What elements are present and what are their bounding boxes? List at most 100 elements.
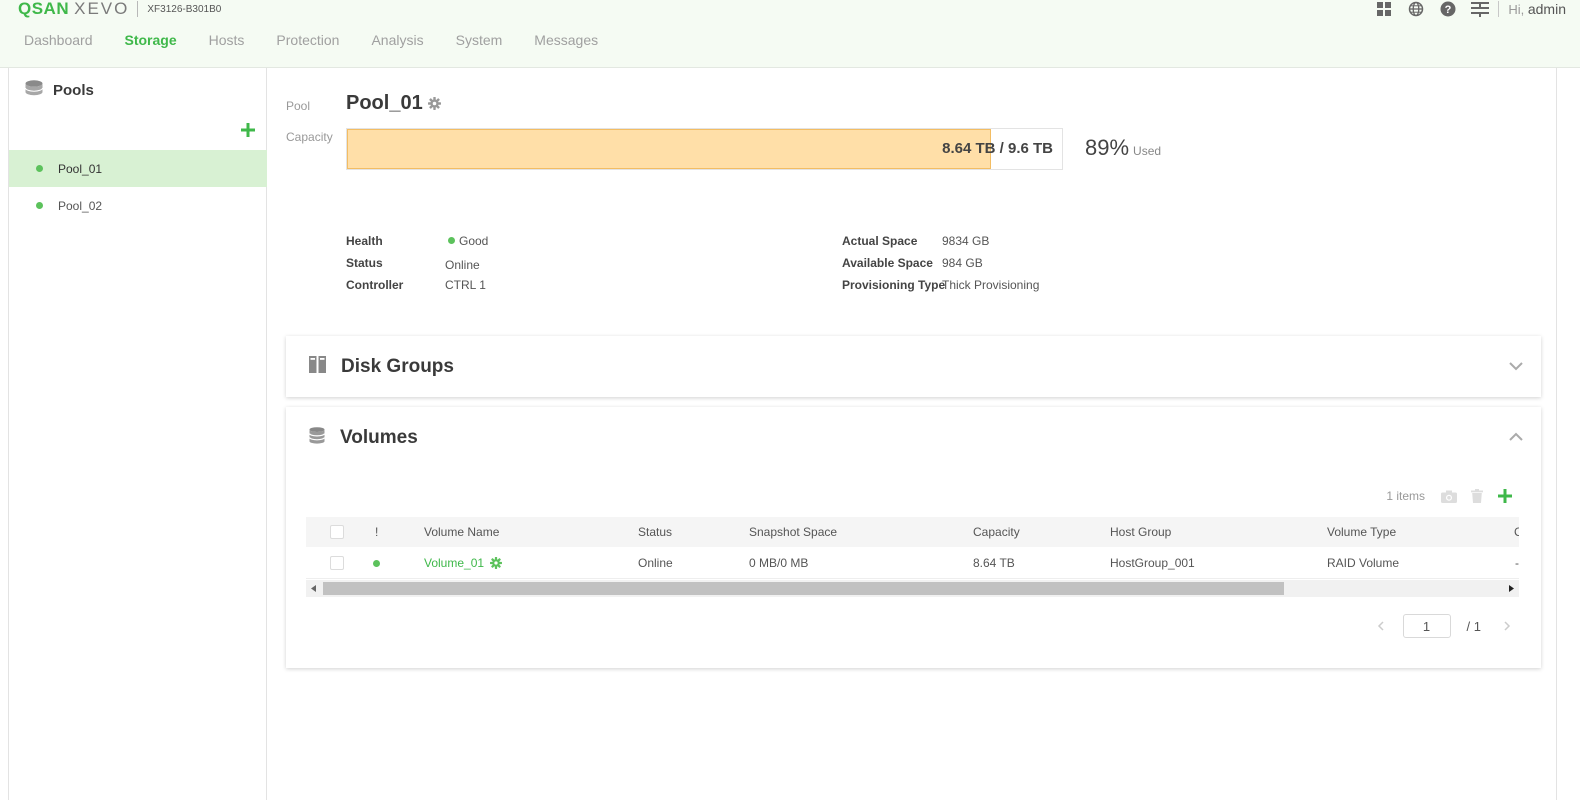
brand-divider bbox=[137, 1, 139, 17]
user-greeting[interactable]: Hi, admin bbox=[1508, 1, 1566, 17]
volumes-panel: Volumes 1 items ! Volume Name Status Sna… bbox=[286, 407, 1541, 668]
row-status: Online bbox=[638, 556, 673, 570]
next-page-button[interactable] bbox=[1497, 621, 1517, 631]
sidebar-item-pool-02[interactable]: Pool_02 bbox=[9, 187, 267, 224]
disk-groups-header[interactable]: Disk Groups bbox=[309, 336, 454, 398]
volume-settings-button[interactable] bbox=[490, 549, 503, 581]
col-volume-name[interactable]: Volume Name bbox=[424, 517, 499, 547]
row-checkbox[interactable] bbox=[330, 556, 344, 570]
globe-icon[interactable] bbox=[1400, 0, 1432, 18]
col-volume-type[interactable]: Volume Type bbox=[1327, 517, 1396, 547]
pools-sidebar: Pools Pool_01 Pool_02 bbox=[8, 68, 267, 800]
sidebar-item-label: Pool_01 bbox=[58, 161, 103, 176]
database-icon bbox=[25, 80, 43, 101]
volumes-toolbar: 1 items bbox=[1386, 487, 1519, 505]
info-value-health: Good bbox=[448, 234, 488, 248]
row-volume-type: RAID Volume bbox=[1327, 556, 1400, 570]
row-volume-name: Volume_01 bbox=[424, 547, 503, 581]
pool-detail: Pool Pool_01 Capacity 8.64 TB / 9.6 TB 8… bbox=[267, 68, 1557, 800]
row-status-indicator bbox=[373, 547, 380, 579]
snapshot-button[interactable] bbox=[1435, 487, 1463, 505]
brand-logo[interactable]: QSAN XEVO XF3126-B301B0 bbox=[18, 0, 221, 18]
sidebar-item-label: Pool_02 bbox=[58, 198, 103, 213]
nav-hosts[interactable]: Hosts bbox=[209, 32, 245, 48]
info-key-actual-space: Actual Space bbox=[842, 234, 918, 248]
col-snapshot-space[interactable]: Snapshot Space bbox=[749, 517, 837, 547]
row-host-group: HostGroup_001 bbox=[1110, 556, 1195, 570]
row-capacity: 8.64 TB bbox=[973, 556, 1015, 570]
plus-icon bbox=[241, 123, 255, 137]
pool-status-dot bbox=[36, 202, 43, 209]
scroll-right-arrow[interactable] bbox=[1503, 580, 1519, 597]
info-value-status: Online bbox=[445, 258, 480, 272]
used-unit: % bbox=[1109, 135, 1130, 160]
disk-groups-panel: Disk Groups bbox=[286, 336, 1541, 397]
info-value-actual-space: 9834 GB bbox=[942, 234, 990, 248]
info-key-available-space: Available Space bbox=[842, 256, 933, 270]
svg-text:?: ? bbox=[1445, 4, 1452, 16]
add-volume-button[interactable] bbox=[1491, 487, 1519, 505]
volumes-database-icon bbox=[308, 427, 326, 449]
capacity-text: 8.64 TB / 9.6 TB bbox=[942, 140, 1053, 157]
header-actions: ? Hi, admin bbox=[1368, 0, 1580, 18]
model-name: XF3126-B301B0 bbox=[147, 3, 222, 15]
horizontal-scrollbar[interactable] bbox=[306, 580, 1519, 597]
info-key-status: Status bbox=[346, 256, 383, 270]
nav-messages[interactable]: Messages bbox=[534, 32, 598, 48]
gear-icon bbox=[490, 557, 503, 569]
pagination: / 1 bbox=[1371, 614, 1517, 638]
scroll-left-arrow[interactable] bbox=[306, 580, 322, 597]
prev-page-button[interactable] bbox=[1371, 621, 1391, 631]
col-alert: ! bbox=[375, 525, 379, 539]
add-pool-button[interactable] bbox=[241, 123, 255, 137]
apps-grid-icon[interactable] bbox=[1368, 0, 1400, 18]
top-bar: QSAN XEVO XF3126-B301B0 ? Hi, admin Dash… bbox=[0, 0, 1580, 68]
server-stack-icon[interactable] bbox=[1464, 0, 1496, 18]
row-truncated: - bbox=[1515, 556, 1519, 570]
table-row[interactable]: Volume_01 Online 0 MB/0 MB 8.64 TB HostG… bbox=[306, 547, 1519, 579]
scrollbar-thumb[interactable] bbox=[323, 582, 1284, 595]
info-value-available-space: 984 GB bbox=[942, 256, 983, 270]
nav-analysis[interactable]: Analysis bbox=[371, 32, 423, 48]
col-capacity[interactable]: Capacity bbox=[973, 517, 1020, 547]
col-host-group[interactable]: Host Group bbox=[1110, 517, 1171, 547]
help-icon[interactable]: ? bbox=[1432, 0, 1464, 18]
nav-dashboard[interactable]: Dashboard bbox=[24, 32, 93, 48]
pool-settings-button[interactable] bbox=[428, 97, 441, 115]
info-key-provisioning-type: Provisioning Type bbox=[842, 278, 946, 292]
items-count: 1 items bbox=[1386, 489, 1425, 503]
select-all-checkbox[interactable] bbox=[330, 525, 344, 539]
health-value: Good bbox=[459, 234, 489, 248]
page-total: / 1 bbox=[1466, 618, 1481, 634]
capacity-bar-fill bbox=[347, 129, 991, 169]
capacity-used: 89% Used bbox=[1085, 135, 1161, 161]
col-truncated[interactable]: C bbox=[1514, 517, 1519, 547]
delete-button[interactable] bbox=[1463, 487, 1491, 505]
username: admin bbox=[1527, 1, 1566, 17]
capacity-label: Capacity bbox=[286, 130, 333, 144]
volume-status-dot bbox=[373, 560, 380, 567]
page-number-input[interactable] bbox=[1402, 614, 1451, 638]
volumes-table: ! Volume Name Status Snapshot Space Capa… bbox=[306, 517, 1519, 597]
nav-storage[interactable]: Storage bbox=[125, 32, 177, 48]
volumes-header[interactable]: Volumes bbox=[308, 407, 418, 469]
trash-icon bbox=[1471, 489, 1483, 503]
brand-primary: QSAN bbox=[18, 0, 70, 18]
pool-list: Pool_01 Pool_02 bbox=[9, 150, 267, 224]
col-status[interactable]: Status bbox=[638, 517, 672, 547]
info-value-controller: CTRL 1 bbox=[445, 278, 486, 292]
info-key-controller: Controller bbox=[346, 278, 404, 292]
capacity-bar: 8.64 TB / 9.6 TB bbox=[346, 128, 1063, 170]
volume-name-link[interactable]: Volume_01 bbox=[424, 556, 484, 570]
chevron-down-icon[interactable] bbox=[1509, 358, 1523, 376]
nav-system[interactable]: System bbox=[456, 32, 503, 48]
nav-protection[interactable]: Protection bbox=[276, 32, 339, 48]
greeting-text: Hi, bbox=[1508, 2, 1525, 17]
used-label: Used bbox=[1133, 144, 1162, 158]
chevron-up-icon[interactable] bbox=[1509, 429, 1523, 447]
chevron-left-icon bbox=[1377, 621, 1384, 631]
used-percent: 89 bbox=[1085, 135, 1110, 160]
pool-name: Pool_01 bbox=[346, 92, 423, 114]
sidebar-item-pool-01[interactable]: Pool_01 bbox=[9, 150, 267, 187]
row-snapshot-space: 0 MB/0 MB bbox=[749, 556, 809, 570]
